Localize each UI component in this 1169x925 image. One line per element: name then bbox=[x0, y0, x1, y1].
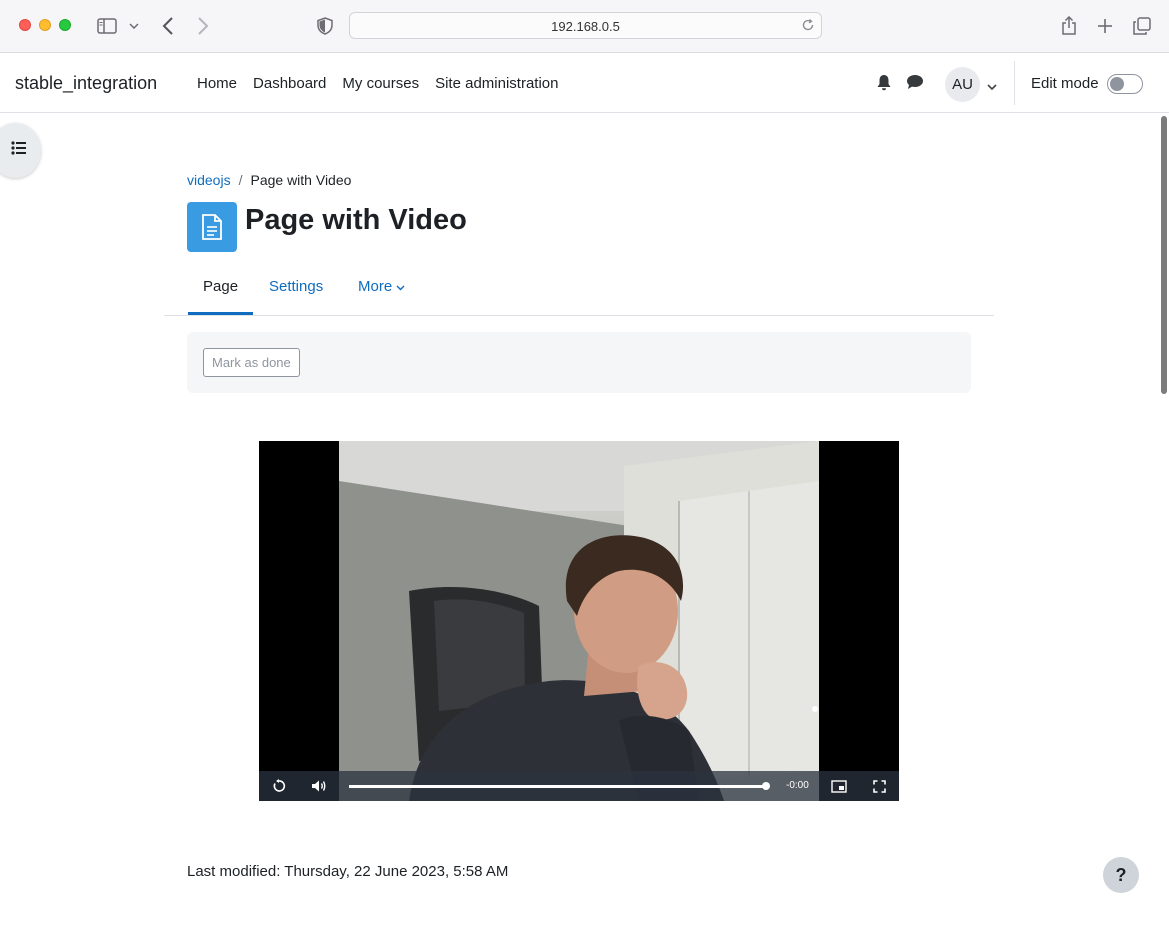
picture-in-picture-icon[interactable] bbox=[829, 777, 849, 795]
edit-mode-toggle[interactable] bbox=[1107, 74, 1143, 94]
bell-icon[interactable] bbox=[876, 74, 892, 96]
video-player[interactable]: -0:00 bbox=[259, 441, 899, 801]
nav-site-administration[interactable]: Site administration bbox=[435, 75, 558, 92]
back-icon[interactable] bbox=[158, 14, 178, 38]
tab-settings[interactable]: Settings bbox=[269, 278, 323, 295]
primary-navigation: Home Dashboard My courses Site administr… bbox=[197, 75, 559, 92]
share-icon[interactable] bbox=[1058, 14, 1080, 38]
tab-overview-icon[interactable] bbox=[1131, 14, 1153, 38]
tab-more[interactable]: More bbox=[358, 278, 405, 295]
url-text: 192.168.0.5 bbox=[551, 19, 620, 34]
navbar-divider bbox=[1014, 61, 1015, 105]
course-index-toggle[interactable] bbox=[0, 123, 41, 178]
page-title: Page with Video bbox=[245, 204, 467, 236]
sidebar-toggle-icon[interactable] bbox=[95, 14, 119, 38]
address-bar[interactable]: 192.168.0.5 bbox=[349, 12, 822, 39]
video-progress-handle[interactable] bbox=[762, 782, 770, 790]
tab-page[interactable]: Page bbox=[203, 278, 238, 295]
nav-home[interactable]: Home bbox=[197, 75, 237, 92]
mark-as-done-button[interactable]: Mark as done bbox=[203, 348, 300, 377]
video-frame bbox=[339, 441, 819, 801]
breadcrumb-separator: / bbox=[238, 172, 243, 188]
secondary-navigation: Page Settings More bbox=[164, 266, 994, 316]
chevron-down-icon[interactable] bbox=[987, 78, 997, 96]
list-icon bbox=[10, 141, 27, 160]
video-progress-bar[interactable] bbox=[349, 785, 767, 788]
zoom-window-button[interactable] bbox=[59, 19, 71, 31]
nav-dashboard[interactable]: Dashboard bbox=[253, 75, 326, 92]
user-avatar[interactable]: AU bbox=[945, 67, 980, 102]
page-icon bbox=[187, 202, 237, 252]
site-brand[interactable]: stable_integration bbox=[15, 73, 157, 94]
breadcrumb: videojs / Page with Video bbox=[187, 172, 351, 188]
scrollbar-thumb[interactable] bbox=[1161, 116, 1167, 394]
activity-header: Mark as done bbox=[187, 332, 971, 393]
minimize-window-button[interactable] bbox=[39, 19, 51, 31]
tab-more-label: More bbox=[358, 278, 393, 295]
breadcrumb-current: Page with Video bbox=[250, 172, 352, 188]
reload-icon[interactable] bbox=[801, 18, 815, 37]
remaining-time: -0:00 bbox=[786, 780, 809, 791]
volume-icon[interactable] bbox=[309, 777, 329, 795]
nav-my-courses[interactable]: My courses bbox=[342, 75, 419, 92]
last-modified: Last modified: Thursday, 22 June 2023, 5… bbox=[187, 863, 509, 880]
edit-mode-label: Edit mode bbox=[1031, 75, 1099, 92]
shield-icon[interactable] bbox=[315, 14, 335, 38]
chevron-down-icon[interactable] bbox=[127, 14, 141, 38]
site-navbar: stable_integration Home Dashboard My cou… bbox=[0, 53, 1169, 113]
close-window-button[interactable] bbox=[19, 19, 31, 31]
active-tab-indicator bbox=[188, 312, 253, 315]
help-button[interactable]: ? bbox=[1103, 857, 1139, 893]
breadcrumb-course-link[interactable]: videojs bbox=[187, 172, 231, 188]
forward-icon[interactable] bbox=[193, 14, 213, 38]
new-tab-icon[interactable] bbox=[1094, 14, 1116, 38]
fullscreen-icon[interactable] bbox=[869, 777, 889, 795]
replay-icon[interactable] bbox=[269, 777, 289, 795]
video-control-bar: -0:00 bbox=[259, 771, 899, 801]
browser-toolbar: 192.168.0.5 bbox=[0, 0, 1169, 53]
toggle-knob bbox=[1110, 77, 1124, 91]
chat-bubble-icon[interactable] bbox=[906, 74, 924, 95]
chevron-down-icon bbox=[396, 278, 405, 295]
